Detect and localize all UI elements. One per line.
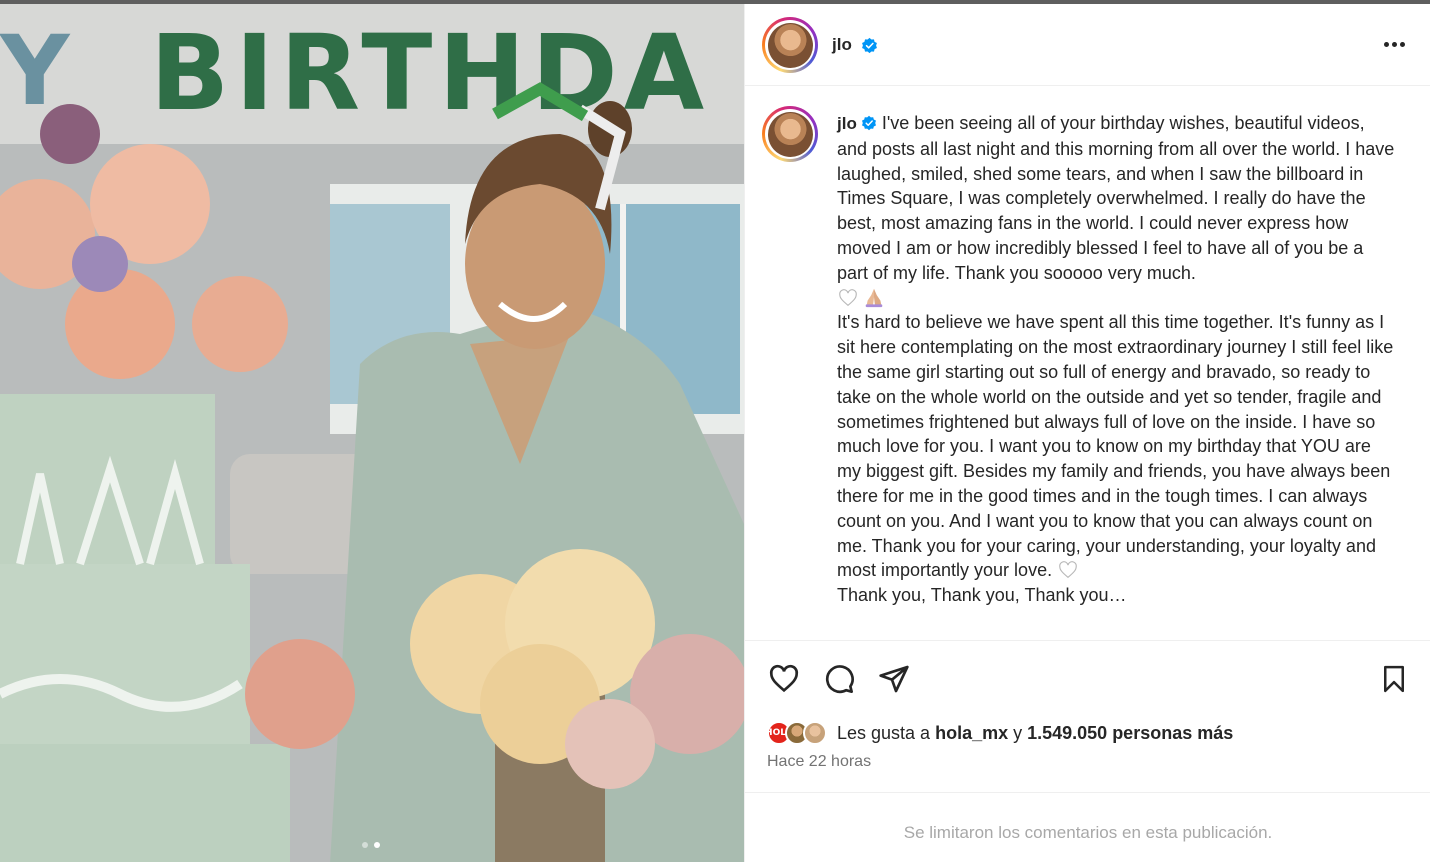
post-photo[interactable]: Y BIRTHDA	[0, 4, 744, 862]
photo-illustration: Y BIRTHDA	[0, 4, 744, 862]
carousel-dot-active[interactable]	[374, 842, 380, 848]
liker-avatar	[803, 721, 827, 745]
post-details-panel: jlo jlo I've been seeing all of your bir…	[744, 4, 1430, 862]
caption-paragraph-3: Thank you, Thank you, Thank you…	[837, 585, 1127, 606]
caption-paragraph-2: It's hard to believe we have spent all t…	[837, 312, 1399, 581]
more-dot	[1399, 41, 1405, 47]
comment-icon[interactable]	[823, 663, 855, 695]
verified-badge-icon	[862, 37, 877, 54]
send-icon[interactable]	[878, 663, 910, 695]
post-timestamp[interactable]: Hace 22 horas	[767, 753, 871, 771]
heart-icon[interactable]	[767, 663, 801, 695]
likes-prefix: Les gusta a	[837, 722, 931, 743]
white-heart-icon	[1059, 561, 1077, 579]
caption-section: jlo I've been seeing all of your birthda…	[745, 86, 1430, 638]
post-caption: jlo I've been seeing all of your birthda…	[837, 111, 1397, 608]
likes-summary: ¡HOLA! Les gusta a hola_mx y 1.549.050 p…	[761, 718, 1238, 748]
caption-username[interactable]: jlo	[837, 114, 857, 133]
more-dot	[1391, 41, 1397, 47]
profile-picture	[767, 111, 813, 157]
story-avatar[interactable]	[762, 17, 818, 73]
likes-conjunction: y	[1013, 722, 1023, 743]
profile-picture	[767, 22, 813, 68]
comments-limited-notice: Se limitaron los comentarios en esta pub…	[903, 823, 1273, 842]
carousel-dot[interactable]	[362, 842, 368, 848]
post-header: jlo	[745, 4, 1430, 86]
post-actions-section: ¡HOLA! Les gusta a hola_mx y 1.549.050 p…	[745, 640, 1430, 792]
more-horizontal-icon	[1383, 41, 1389, 47]
carousel-indicator	[362, 842, 380, 848]
liker-avatars[interactable]: ¡HOLA!	[761, 721, 827, 745]
bookmark-icon[interactable]	[1379, 663, 1409, 695]
verified-badge-icon	[861, 115, 876, 131]
likes-count-link[interactable]: 1.549.050 personas más	[1027, 723, 1233, 744]
praying-hands-icon	[865, 288, 883, 307]
white-heart-icon	[839, 288, 857, 306]
first-liker-link[interactable]: hola_mx	[935, 723, 1008, 744]
caption-avatar[interactable]	[762, 106, 818, 162]
comments-section: Se limitaron los comentarios en esta pub…	[745, 792, 1430, 862]
caption-paragraph-1: I've been seeing all of your birthday wi…	[837, 113, 1400, 283]
more-options-button[interactable]	[1381, 34, 1407, 54]
post-author-username[interactable]: jlo	[832, 35, 852, 55]
